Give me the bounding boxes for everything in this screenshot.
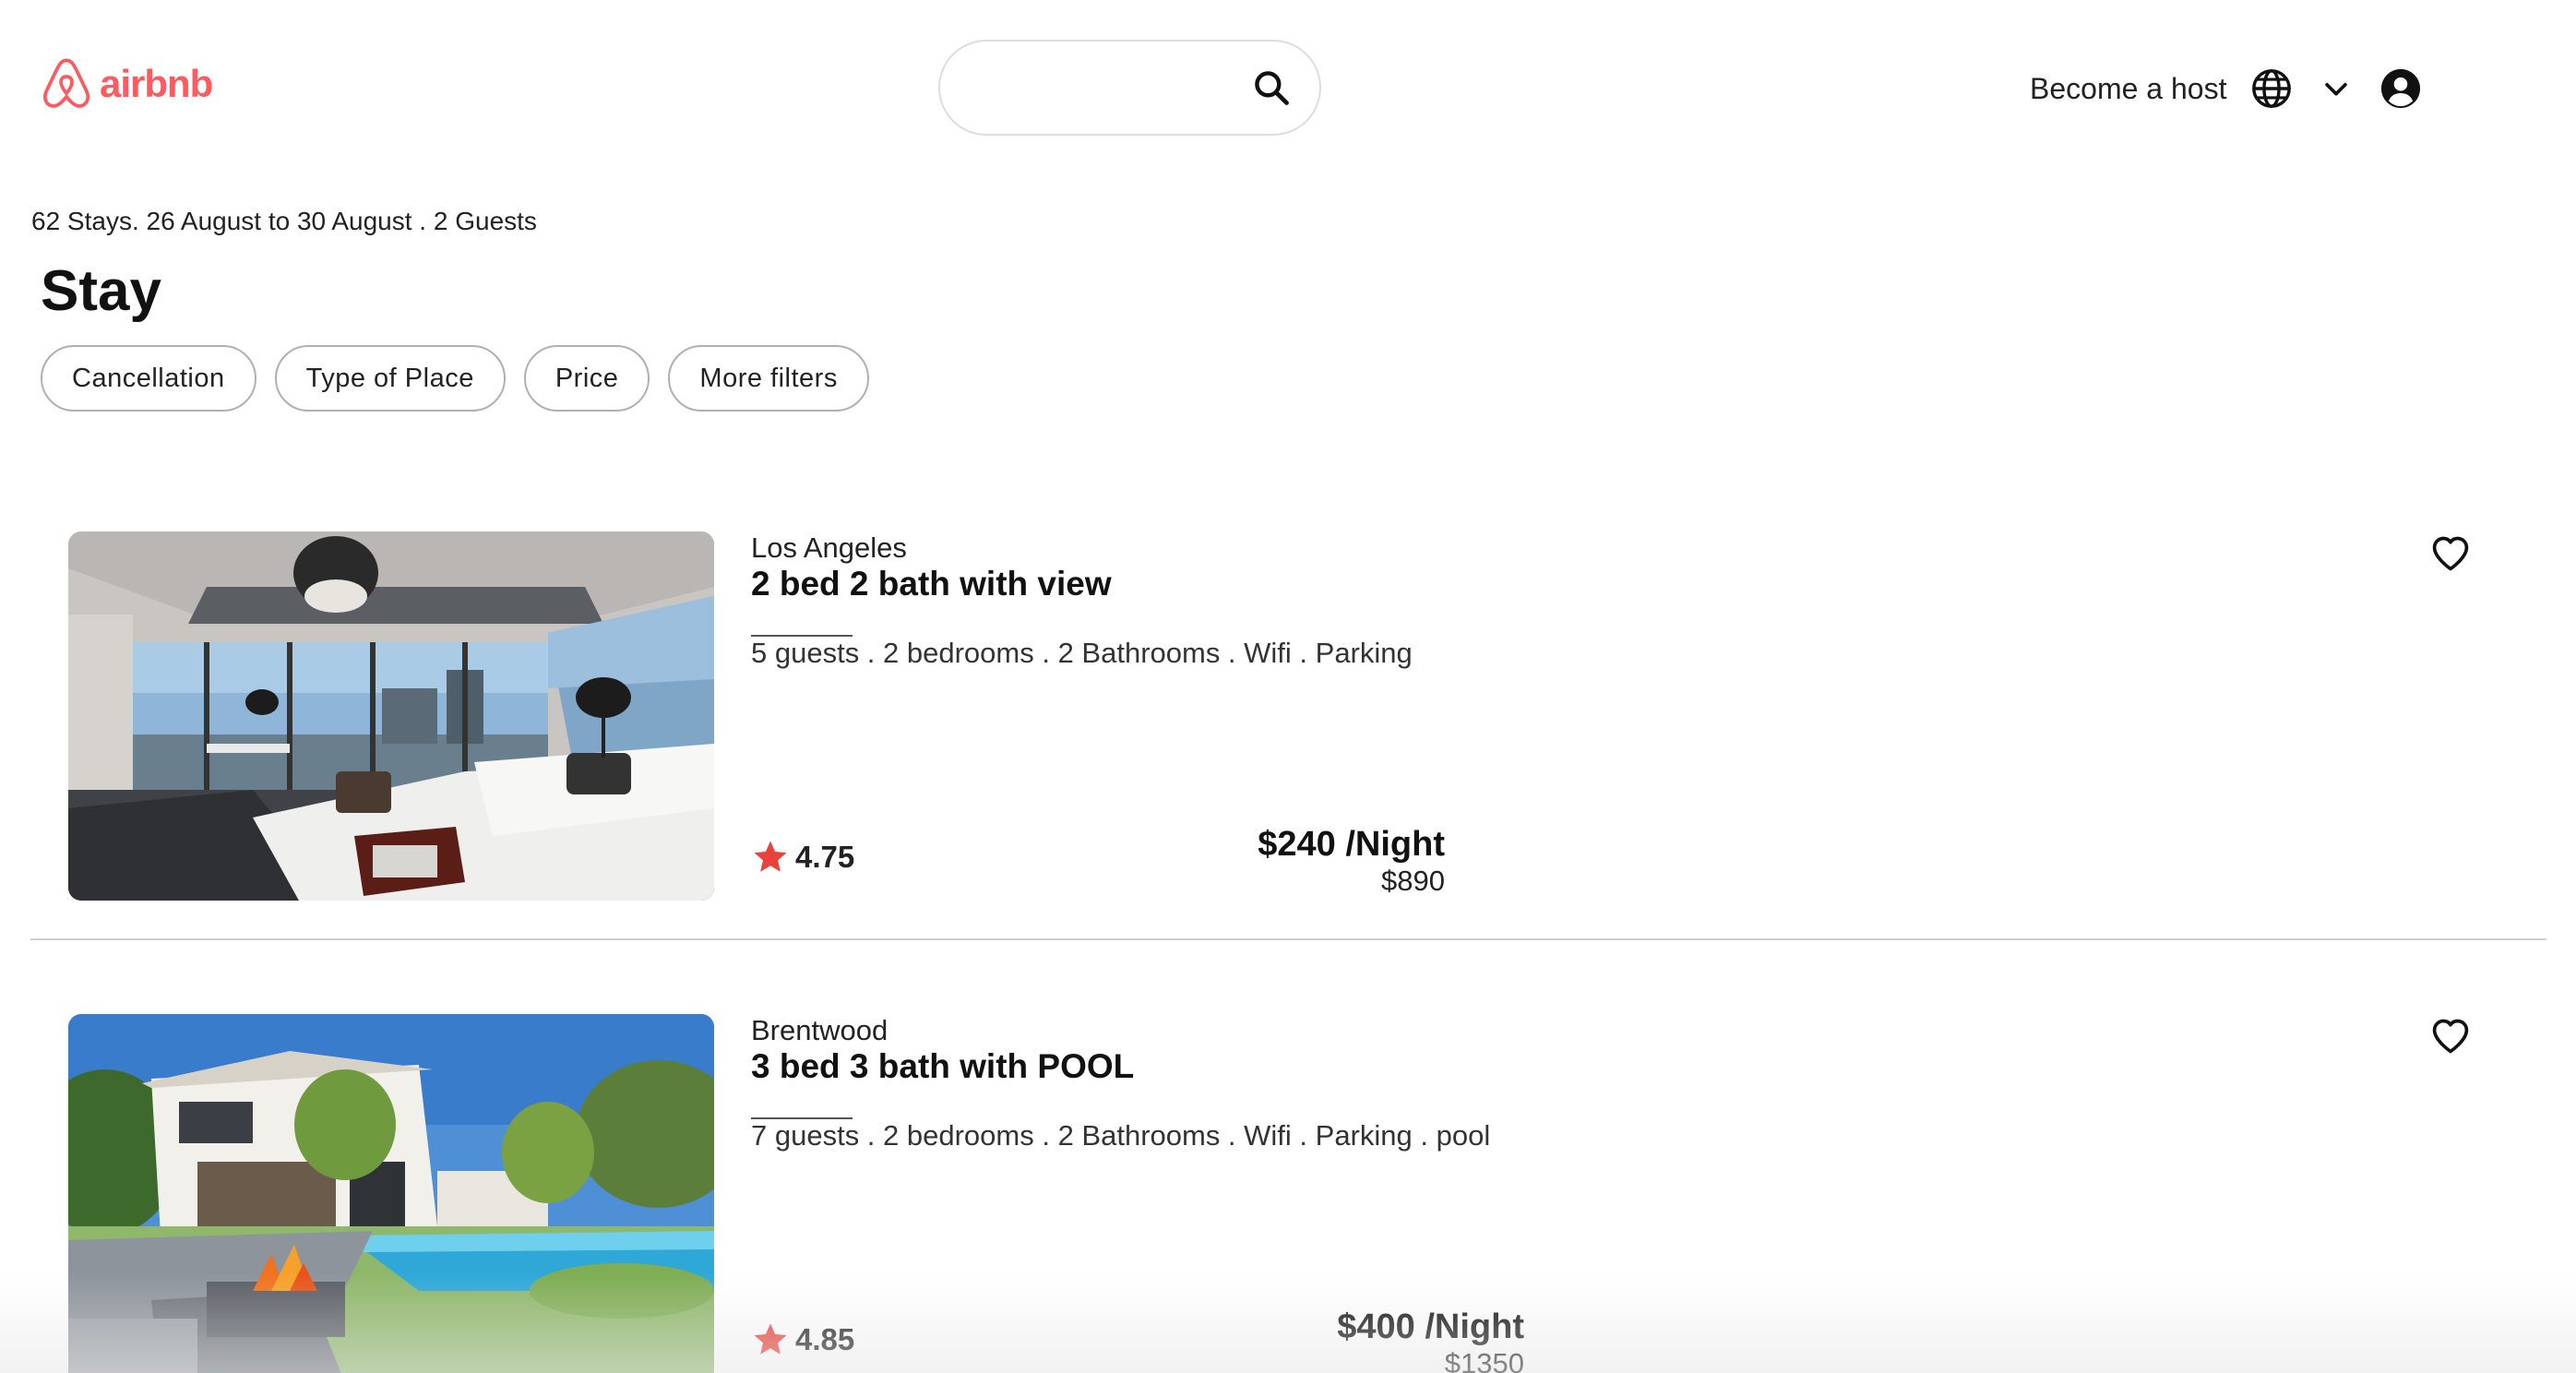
- total-price: $1350: [1444, 1347, 1524, 1373]
- airbnb-logo-icon: [42, 58, 90, 108]
- nightly-price: $400 /Night: [1337, 1307, 1524, 1346]
- star-icon: [754, 841, 787, 872]
- page-title: Stay: [41, 259, 161, 323]
- search-icon: [1255, 71, 1289, 105]
- account-icon: [2381, 68, 2421, 109]
- pool-house-photo: [68, 1014, 714, 1373]
- listing-location: Brentwood: [751, 1014, 888, 1046]
- search-input[interactable]: [968, 65, 1245, 111]
- top-header: airbnb Become a host: [0, 0, 2576, 175]
- listing-card[interactable]: Los Angeles 2 bed 2 bath with view 5 gue…: [0, 531, 2576, 919]
- listing-title[interactable]: 3 bed 3 bath with POOL: [751, 1047, 1134, 1086]
- star-icon: [754, 1323, 787, 1355]
- language-button[interactable]: [2250, 67, 2293, 110]
- nightly-price: $240 /Night: [1258, 825, 1445, 864]
- living-room-photo: [68, 531, 714, 901]
- listing-rating: 4.75: [751, 838, 854, 877]
- price-block: $240 /Night $890: [1258, 825, 1445, 898]
- listing-divider: [30, 938, 2546, 940]
- search-button[interactable]: [1244, 60, 1299, 115]
- language-dropdown-toggle[interactable]: [2320, 73, 2352, 104]
- airbnb-logo[interactable]: airbnb: [41, 57, 213, 111]
- listing-amenities: 5 guests . 2 bedrooms . 2 Bathrooms . Wi…: [751, 637, 1413, 669]
- rating-value: 4.85: [795, 1322, 855, 1356]
- listing-photo[interactable]: [68, 531, 714, 901]
- listing-photo[interactable]: [68, 1014, 714, 1373]
- filter-bar: Cancellation Type of Place Price More fi…: [41, 345, 869, 412]
- listing-title[interactable]: 2 bed 2 bath with view: [751, 565, 1112, 603]
- filter-type-of-place[interactable]: Type of Place: [274, 345, 506, 412]
- price-block: $400 /Night $1350: [1337, 1307, 1524, 1373]
- globe-icon: [2252, 69, 2292, 108]
- listing-amenities: 7 guests . 2 bedrooms . 2 Bathrooms . Wi…: [751, 1119, 1491, 1152]
- chevron-down-icon: [2325, 82, 2348, 96]
- favorite-button[interactable]: [2430, 1016, 2471, 1057]
- favorite-button[interactable]: [2430, 533, 2471, 574]
- filter-more-filters[interactable]: More filters: [668, 345, 869, 412]
- listing-location: Los Angeles: [751, 531, 907, 564]
- user-nav: Become a host: [2030, 55, 2422, 122]
- filter-price[interactable]: Price: [523, 345, 650, 412]
- total-price: $890: [1381, 865, 1445, 897]
- rating-value: 4.75: [795, 840, 855, 874]
- filter-cancellation[interactable]: Cancellation: [41, 345, 256, 412]
- account-menu-button[interactable]: [2379, 67, 2422, 110]
- heart-icon: [2432, 536, 2469, 571]
- listing-rating: 4.85: [751, 1320, 854, 1359]
- heart-icon: [2432, 1019, 2469, 1054]
- become-host-link[interactable]: Become a host: [2030, 72, 2226, 106]
- brand-name: airbnb: [100, 62, 213, 105]
- search-bar[interactable]: [938, 40, 1321, 136]
- search-summary: 62 Stays. 26 August to 30 August . 2 Gue…: [31, 207, 537, 235]
- listing-card[interactable]: Brentwood 3 bed 3 bath with POOL 7 guest…: [0, 1014, 2576, 1373]
